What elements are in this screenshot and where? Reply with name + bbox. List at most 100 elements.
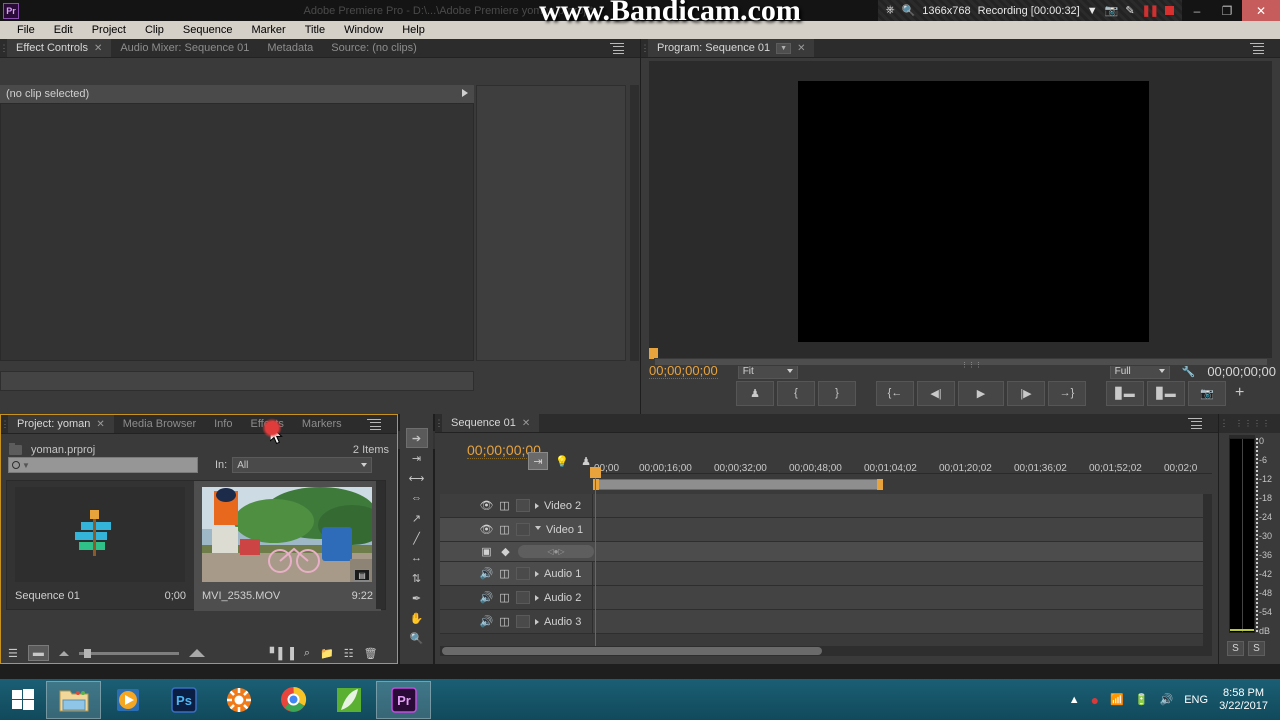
magnifier-icon[interactable]: 🔍 — [902, 4, 916, 17]
table-row[interactable]: 👁 ◫ Video 2 — [440, 494, 1212, 518]
playhead-handle[interactable] — [590, 467, 601, 478]
table-row[interactable]: 🔊 ◫ Audio 1 — [440, 562, 1212, 586]
lock-icon[interactable] — [516, 567, 530, 580]
pencil-icon[interactable]: ✎ — [1125, 4, 1134, 17]
work-area-end-handle[interactable] — [877, 479, 883, 490]
menu-marker[interactable]: Marker — [242, 22, 294, 38]
go-to-in-button[interactable]: {← — [876, 380, 914, 406]
close-button[interactable]: ✕ — [1242, 0, 1280, 21]
zoom-out-icon[interactable] — [58, 650, 69, 656]
rate-stretch-tool[interactable]: ↗ — [406, 508, 428, 528]
triangle-icon[interactable] — [535, 526, 541, 533]
razor-tool[interactable]: ╱ — [406, 528, 428, 548]
close-icon[interactable]: ✕ — [96, 419, 104, 430]
stop-icon[interactable] — [1165, 6, 1174, 15]
step-forward-button[interactable]: |▶ — [1007, 380, 1045, 406]
solo-button-left[interactable]: S — [1227, 641, 1244, 656]
delete-icon[interactable]: 🗑 — [364, 647, 378, 660]
eye-icon[interactable]: 👁 — [480, 499, 494, 512]
output-toggle-icon[interactable]: ◫ — [498, 615, 511, 628]
language-indicator[interactable]: ENG — [1184, 694, 1208, 706]
chevron-down-icon[interactable]: ▼ — [22, 461, 30, 470]
add-button[interactable]: + — [1235, 384, 1244, 402]
step-back-button[interactable]: ◀| — [917, 380, 955, 406]
panel-menu-icon[interactable] — [367, 419, 381, 430]
speaker-icon[interactable]: 🔊 — [480, 615, 494, 628]
triangle-icon[interactable] — [462, 89, 468, 97]
rolling-edit-tool[interactable]: ⇔ — [406, 488, 428, 508]
menu-window[interactable]: Window — [335, 22, 392, 38]
taskbar-kmplayer[interactable] — [321, 681, 376, 719]
tab-media-browser[interactable]: Media Browser — [113, 415, 206, 433]
panel-grip-icon[interactable]: ⋮ — [1220, 418, 1229, 429]
taskbar-file-explorer[interactable] — [46, 680, 101, 719]
menu-title[interactable]: Title — [296, 22, 334, 38]
filter-select[interactable]: All — [232, 457, 373, 473]
speaker-icon[interactable]: 🔊 — [480, 591, 494, 604]
new-bin-icon[interactable]: 📁 — [320, 647, 334, 660]
work-area-start-handle[interactable] — [593, 479, 599, 490]
output-toggle-icon[interactable]: ◫ — [498, 567, 511, 580]
work-area-range[interactable] — [597, 479, 883, 490]
selection-tool[interactable]: ➔ — [405, 428, 428, 448]
output-toggle-icon[interactable]: ◫ — [498, 499, 511, 512]
table-row[interactable]: 🔊 ◫ Audio 3 — [440, 610, 1212, 634]
output-toggle-icon[interactable]: ◫ — [498, 591, 511, 604]
track-select-tool[interactable]: ⇥ — [406, 448, 428, 468]
taskbar-premiere-pro[interactable]: Pr — [376, 680, 431, 719]
clock[interactable]: 8:58 PM 3/22/2017 — [1219, 687, 1268, 713]
minimize-button[interactable]: – — [1182, 0, 1212, 21]
panel-grip-icon[interactable]: ⋮ — [435, 414, 444, 432]
close-icon[interactable]: ✕ — [797, 43, 805, 54]
hand-tool[interactable]: ✋ — [406, 608, 428, 628]
go-to-out-button[interactable]: →} — [1048, 380, 1086, 406]
effect-controls-list[interactable] — [0, 103, 474, 361]
panel-grip-icon[interactable]: ⋮ — [1, 415, 10, 433]
ripple-edit-tool[interactable]: ⟷ — [406, 468, 428, 488]
effect-controls-scrollbar[interactable] — [630, 85, 639, 361]
track-lane[interactable] — [592, 562, 1212, 585]
tab-markers[interactable]: Markers — [292, 415, 351, 433]
slip-tool[interactable]: ↔ — [406, 548, 428, 568]
table-row[interactable]: 👁 ◫ Video 1 — [440, 518, 1212, 542]
tab-audio-mixer[interactable]: Audio Mixer: Sequence 01 — [111, 39, 259, 57]
panel-menu-icon[interactable] — [610, 43, 624, 54]
timeline-vscrollbar[interactable] — [1203, 494, 1212, 647]
automate-to-sequence-icon[interactable]: ▘▌▐ — [270, 647, 294, 660]
zoom-in-icon[interactable] — [188, 649, 205, 657]
tab-info[interactable]: Info — [205, 415, 242, 433]
menu-project[interactable]: Project — [83, 22, 135, 38]
program-monitor-video[interactable] — [798, 81, 1149, 342]
chevron-down-icon[interactable]: ▼ — [1087, 5, 1098, 17]
keyframe-display-icon[interactable]: ▣ — [480, 545, 493, 558]
tab-metadata[interactable]: Metadata — [258, 39, 323, 57]
icon-view-icon[interactable]: ▬ — [27, 645, 49, 661]
network-icon[interactable]: 📶 — [1110, 693, 1124, 706]
zoom-tool[interactable]: 🔍 — [406, 628, 428, 648]
taskbar-photoshop[interactable]: Ps — [156, 681, 211, 719]
play-stop-button[interactable]: ▶ — [958, 380, 1004, 406]
list-view-icon[interactable]: ☰ — [8, 647, 18, 660]
mark-in-button[interactable]: { — [777, 380, 815, 406]
search-input[interactable]: ▼ — [8, 457, 198, 473]
find-icon[interactable]: ⌕ — [304, 647, 310, 660]
effect-controls-timeline-area[interactable] — [476, 85, 626, 361]
program-monitor-ruler[interactable]: ⋮⋮⋮ — [646, 348, 1274, 369]
speaker-icon[interactable]: 🔊 — [1160, 693, 1174, 706]
zoom-slider[interactable] — [78, 648, 179, 658]
speaker-icon[interactable]: 🔊 — [480, 567, 494, 580]
chevron-down-icon[interactable]: ▼ — [776, 42, 792, 54]
panel-grip-icon[interactable]: ⋮ — [641, 39, 650, 57]
list-item[interactable]: Sequence 01 0;00 — [7, 481, 194, 611]
tab-effect-controls[interactable]: Effect Controls ✕ — [7, 39, 112, 57]
eye-icon[interactable]: 👁 — [480, 523, 494, 536]
tab-source[interactable]: Source: (no clips) — [322, 39, 426, 57]
mark-out-button[interactable]: } — [818, 380, 856, 406]
work-area-bar[interactable] — [592, 477, 1212, 491]
output-toggle-icon[interactable]: ◫ — [498, 523, 511, 536]
triangle-icon[interactable] — [535, 618, 539, 625]
track-lane[interactable] — [592, 586, 1212, 609]
close-icon[interactable]: ✕ — [522, 418, 530, 429]
keyframe-icon[interactable]: ◆ — [499, 545, 512, 558]
new-item-icon[interactable]: ☷ — [344, 647, 354, 660]
